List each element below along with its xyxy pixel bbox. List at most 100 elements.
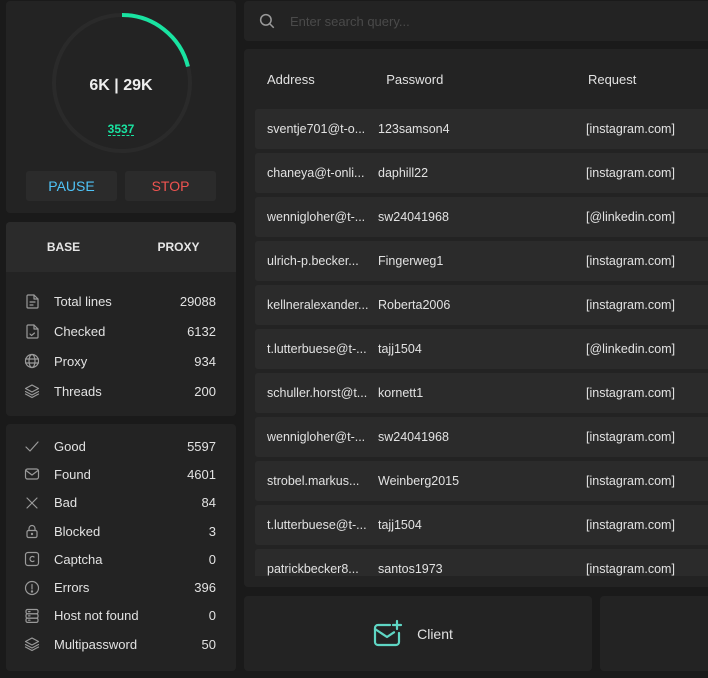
x-icon (24, 495, 40, 511)
table-row[interactable]: schuller.horst@t... kornett1 [instagram.co… (255, 373, 708, 413)
table-row[interactable]: strobel.markus... Weinberg2015 [instagram.… (255, 461, 708, 501)
stat-row-found: Found 4601 (24, 460, 216, 488)
cell-request: [@linkedin.com] (586, 210, 676, 224)
table-row[interactable]: chaneya@t-onli... daphill22 [instagram.com… (255, 153, 708, 193)
stat-row-proxy: Proxy 934 (24, 346, 216, 376)
cell-password: Roberta2006 (378, 298, 451, 312)
stat-label: Proxy (54, 353, 88, 369)
table-header: Address Password Request (244, 49, 708, 109)
stat-row-good: Good 5597 (24, 432, 216, 460)
table-row[interactable]: kellneralexander... Roberta2006 [instagram… (255, 285, 708, 325)
table-row[interactable]: t.lutterbuese@t-... tajj1504 [@linkedin.co… (255, 329, 708, 369)
stat-row-blocked: Blocked 3 (24, 517, 216, 545)
stat-row-checked: Checked 6132 (24, 316, 216, 346)
cell-password: tajj1504 (378, 342, 422, 356)
secondary-action-button[interactable] (600, 596, 708, 671)
tab-base[interactable]: BASE (6, 222, 121, 272)
cell-request: [instagram.com] (586, 430, 675, 444)
stat-value: 3 (208, 523, 216, 539)
stat-row-host-not-found: Host not found 0 (24, 602, 216, 630)
layers-icon (24, 636, 40, 652)
stat-value: 29088 (179, 293, 216, 309)
cell-password: tajj1504 (378, 518, 422, 532)
cell-address: strobel.markus... (267, 474, 360, 488)
stat-label: Checked (54, 323, 106, 339)
search-bar (244, 1, 708, 41)
stat-value: 6132 (187, 323, 216, 339)
cell-address: ulrich-p.becker... (267, 254, 359, 268)
table-row[interactable]: ulrich-p.becker... Fingerweg1 [instagram.c… (255, 241, 708, 281)
table-row[interactable]: wennigloher@t-... sw24041968 [instagram.co… (255, 417, 708, 457)
cell-request: [@linkedin.com] (586, 342, 676, 356)
stat-row-captcha: Captcha 0 (24, 545, 216, 573)
stat-value: 4601 (187, 466, 216, 482)
cell-address: wennigloher@t-... (267, 210, 366, 224)
pause-button[interactable]: PAUSE (26, 171, 117, 201)
cell-password: Fingerweg1 (378, 254, 444, 268)
file-check-icon (24, 323, 40, 339)
stat-label: Captcha (54, 551, 103, 567)
captcha-icon (24, 551, 40, 567)
column-header-password[interactable]: Password (386, 72, 588, 87)
stat-value: 396 (194, 580, 216, 596)
stat-value: 84 (201, 495, 216, 511)
stat-row-total-lines: Total lines 29088 (24, 286, 216, 316)
stat-value: 5597 (187, 438, 216, 454)
client-button[interactable]: Client (244, 596, 592, 671)
mail-icon (24, 466, 40, 482)
search-icon (259, 13, 275, 29)
stat-label: Found (54, 466, 91, 482)
cell-address: t.lutterbuese@t-... (267, 342, 367, 356)
cell-password: kornett1 (378, 386, 424, 400)
cell-request: [instagram.com] (586, 474, 675, 488)
cell-password: daphill22 (378, 166, 429, 180)
cell-address: chaneya@t-onli... (267, 166, 365, 180)
table-body[interactable]: sventje701@t-o... 123samson4 [instagram.co… (255, 109, 708, 576)
cell-password: santos1973 (378, 562, 443, 576)
cell-request: [instagram.com] (586, 254, 675, 268)
table-row[interactable]: wennigloher@t-... sw24041968 [@linkedin.co… (255, 197, 708, 237)
stat-row-multipassword: Multipassword 50 (24, 630, 216, 658)
progress-sub-value[interactable]: 3537 (107, 123, 135, 136)
stat-label: Host not found (54, 608, 139, 624)
cell-request: [instagram.com] (586, 562, 675, 576)
file-lines-icon (24, 293, 40, 309)
table-row[interactable]: patrickbecker8... santos1973 [instagram.co… (255, 549, 708, 576)
stop-button[interactable]: STOP (125, 171, 216, 201)
cell-request: [instagram.com] (586, 298, 675, 312)
search-input[interactable] (290, 13, 670, 29)
progress-count: 6K | 29K (89, 77, 153, 94)
results-panel: Good 5597 Found 4601 Bad 84 Blocked 3 Captcha 0 Er… (6, 424, 236, 671)
column-header-address[interactable]: Address (244, 72, 386, 87)
info-tabs: BASE PROXY (6, 222, 236, 272)
column-header-request[interactable]: Request (588, 72, 708, 87)
stat-label: Good (54, 438, 86, 454)
stat-label: Threads (54, 383, 102, 399)
check-icon (24, 438, 40, 454)
lock-icon (24, 523, 40, 539)
table-row[interactable]: t.lutterbuese@t-... tajj1504 [instagram.co… (255, 505, 708, 545)
cell-address: schuller.horst@t... (267, 386, 368, 400)
cell-address: sventje701@t-o... (267, 122, 366, 136)
cell-request: [instagram.com] (586, 518, 675, 532)
server-icon (24, 608, 40, 624)
info-panel: BASE PROXY Total lines 29088 Checked 6132 Pr… (6, 222, 236, 416)
cell-address: wennigloher@t-... (267, 430, 366, 444)
info-stats-list: Total lines 29088 Checked 6132 Proxy 934 Threa… (6, 272, 236, 406)
tab-proxy[interactable]: PROXY (121, 222, 236, 272)
cell-password: 123samson4 (378, 122, 450, 136)
stat-value: 934 (194, 353, 216, 369)
stat-value: 0 (208, 551, 216, 567)
alert-circle-icon (24, 580, 40, 596)
stat-label: Errors (54, 580, 90, 596)
stat-label: Multipassword (54, 636, 138, 652)
stat-row-threads: Threads 200 (24, 376, 216, 406)
results-stats-list: Good 5597 Found 4601 Bad 84 Blocked 3 Captcha 0 Er… (6, 424, 236, 658)
table-row[interactable]: sventje701@t-o... 123samson4 [instagram.co… (255, 109, 708, 149)
cell-request: [instagram.com] (586, 122, 675, 136)
client-label: Client (417, 625, 453, 642)
progress-panel: 6K | 29K 3537 PAUSE STOP (6, 1, 236, 213)
stat-label: Blocked (54, 523, 101, 539)
cell-address: kellneralexander... (267, 298, 369, 312)
stat-value: 0 (208, 608, 216, 624)
